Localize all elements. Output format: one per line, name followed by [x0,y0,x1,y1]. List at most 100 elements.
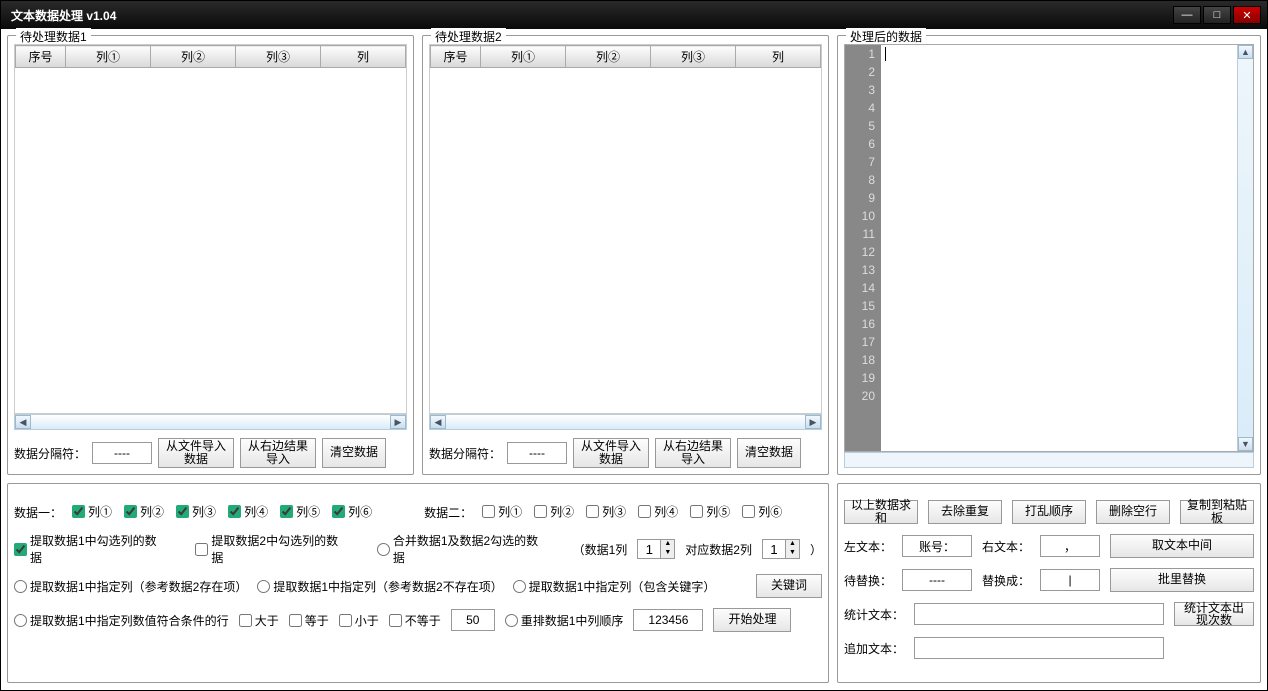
import-file-button[interactable]: 从文件导入数据 [158,438,234,468]
spinner-col1[interactable]: ▲▼ [637,539,675,559]
left-text-input[interactable] [902,535,972,557]
batch-replace-button[interactable]: 批里替换 [1110,568,1254,592]
column-header[interactable]: 列② [566,46,651,68]
line-number: 8 [845,171,875,189]
minimize-button[interactable]: — [1173,6,1201,24]
line-number: 17 [845,333,875,351]
scroll-right-icon[interactable]: ▶ [805,415,821,429]
sep-input[interactable] [92,442,152,464]
panel-ops-left: 数据一： 列①列②列③列④列⑤列⑥ 数据二： 列①列②列③列④列⑤列⑥ 提取数据… [7,483,829,683]
right-btn-0[interactable]: 以上数据求和 [844,500,918,524]
close-button[interactable]: ✕ [1233,6,1261,24]
scroll-left-icon[interactable]: ◀ [430,415,446,429]
editor-body[interactable] [881,45,1237,451]
line-number: 3 [845,81,875,99]
rad-keyword[interactable]: 提取数据1中指定列（包含关键字） [513,578,716,595]
d2-col-4[interactable]: 列④ [638,503,678,520]
line-number: 2 [845,63,875,81]
d2-col-5[interactable]: 列⑤ [690,503,730,520]
panel-title: 处理后的数据 [846,28,926,45]
table-data1[interactable]: 序号列①列②列③列 [14,44,407,414]
d1-col-2[interactable]: 列② [124,503,164,520]
replace-to-input[interactable] [1040,569,1100,591]
extract-mid-button[interactable]: 取文本中间 [1110,534,1254,558]
column-header[interactable]: 列① [481,46,566,68]
replace-from-input[interactable] [902,569,972,591]
line-number: 4 [845,99,875,117]
scroll-down-icon[interactable]: ▼ [1238,437,1253,451]
sep-input[interactable] [507,442,567,464]
stat-text-input[interactable] [914,603,1164,625]
column-header[interactable]: 列 [736,46,821,68]
chk-lt[interactable]: 小于 [339,612,379,629]
column-header[interactable]: 列① [66,46,151,68]
right-btn-3[interactable]: 删除空行 [1096,500,1170,524]
right-btn-4[interactable]: 复制到粘贴板 [1180,500,1254,524]
d1-col-5[interactable]: 列⑤ [280,503,320,520]
panel-data2: 待处理数据2 序号列①列②列③列 ◀ ▶ 数据分隔符： 从文件导入数据 从右边结… [422,35,829,475]
import-right-button[interactable]: 从右边结果导入 [240,438,316,468]
d1-col-4[interactable]: 列④ [228,503,268,520]
rad-ref-exist[interactable]: 提取数据1中指定列（参考数据2存在项） [14,578,247,595]
scroll-up-icon[interactable]: ▲ [1238,45,1253,59]
hscrollbar[interactable] [844,452,1254,468]
line-number: 10 [845,207,875,225]
stat-count-button[interactable]: 统计文本出现次数 [1174,602,1254,626]
clear-button[interactable]: 清空数据 [737,438,801,468]
d2-col-2[interactable]: 列② [534,503,574,520]
reorder-input[interactable] [633,609,703,631]
chk-ne[interactable]: 不等于 [389,612,441,629]
right-btn-2[interactable]: 打乱顺序 [1012,500,1086,524]
column-header[interactable]: 列③ [651,46,736,68]
rad-merge[interactable]: 合并数据1及数据2勾选的数据 [377,532,547,566]
window-title: 文本数据处理 v1.04 [7,7,1173,24]
result-editor[interactable]: 1234567891011121314151617181920 ▲ ▼ [844,44,1254,452]
d2-col-3[interactable]: 列③ [586,503,626,520]
line-number: 19 [845,369,875,387]
chk-gt[interactable]: 大于 [239,612,279,629]
maximize-button[interactable]: □ [1203,6,1231,24]
import-file-button[interactable]: 从文件导入数据 [573,438,649,468]
column-header[interactable]: 列③ [236,46,321,68]
line-number: 11 [845,225,875,243]
line-number: 15 [845,297,875,315]
column-header[interactable]: 序号 [431,46,481,68]
line-number: 12 [845,243,875,261]
spinner-col2[interactable]: ▲▼ [762,539,800,559]
keyword-button[interactable]: 关键词 [756,574,822,598]
rad-ref-notexist[interactable]: 提取数据1中指定列（参考数据2不存在项） [257,578,502,595]
sep-label: 数据分隔符： [14,445,86,462]
d1-col-6[interactable]: 列⑥ [332,503,372,520]
line-number: 5 [845,117,875,135]
scroll-right-icon[interactable]: ▶ [390,415,406,429]
chk-extract2[interactable]: 提取数据2中勾选列的数据 [195,532,347,566]
d1-col-1[interactable]: 列① [72,503,112,520]
scroll-left-icon[interactable]: ◀ [15,415,31,429]
append-text-input[interactable] [914,637,1164,659]
hscrollbar[interactable]: ◀ ▶ [14,414,407,430]
chk-eq[interactable]: 等于 [289,612,329,629]
line-number: 14 [845,279,875,297]
panel-title: 待处理数据2 [431,28,506,45]
line-number: 1 [845,45,875,63]
column-header[interactable]: 列② [151,46,236,68]
start-button[interactable]: 开始处理 [713,608,791,632]
column-header[interactable]: 列 [321,46,406,68]
d1-col-3[interactable]: 列③ [176,503,216,520]
vscrollbar[interactable]: ▲ ▼ [1237,45,1253,451]
import-right-button[interactable]: 从右边结果导入 [655,438,731,468]
data1-label: 数据一： [14,504,62,521]
column-header[interactable]: 序号 [16,46,66,68]
clear-button[interactable]: 清空数据 [322,438,386,468]
table-data2[interactable]: 序号列①列②列③列 [429,44,822,414]
rad-reorder[interactable]: 重排数据1中列顺序 [505,612,624,629]
right-text-input[interactable] [1040,535,1100,557]
chk-extract1[interactable]: 提取数据1中勾选列的数据 [14,532,166,566]
titlebar: 文本数据处理 v1.04 — □ ✕ [1,1,1267,29]
d2-col-1[interactable]: 列① [482,503,522,520]
rad-condition[interactable]: 提取数据1中指定列数值符合条件的行 [14,612,229,629]
right-btn-1[interactable]: 去除重复 [928,500,1002,524]
hscrollbar[interactable]: ◀ ▶ [429,414,822,430]
cond-value-input[interactable] [451,609,495,631]
d2-col-6[interactable]: 列⑥ [742,503,782,520]
